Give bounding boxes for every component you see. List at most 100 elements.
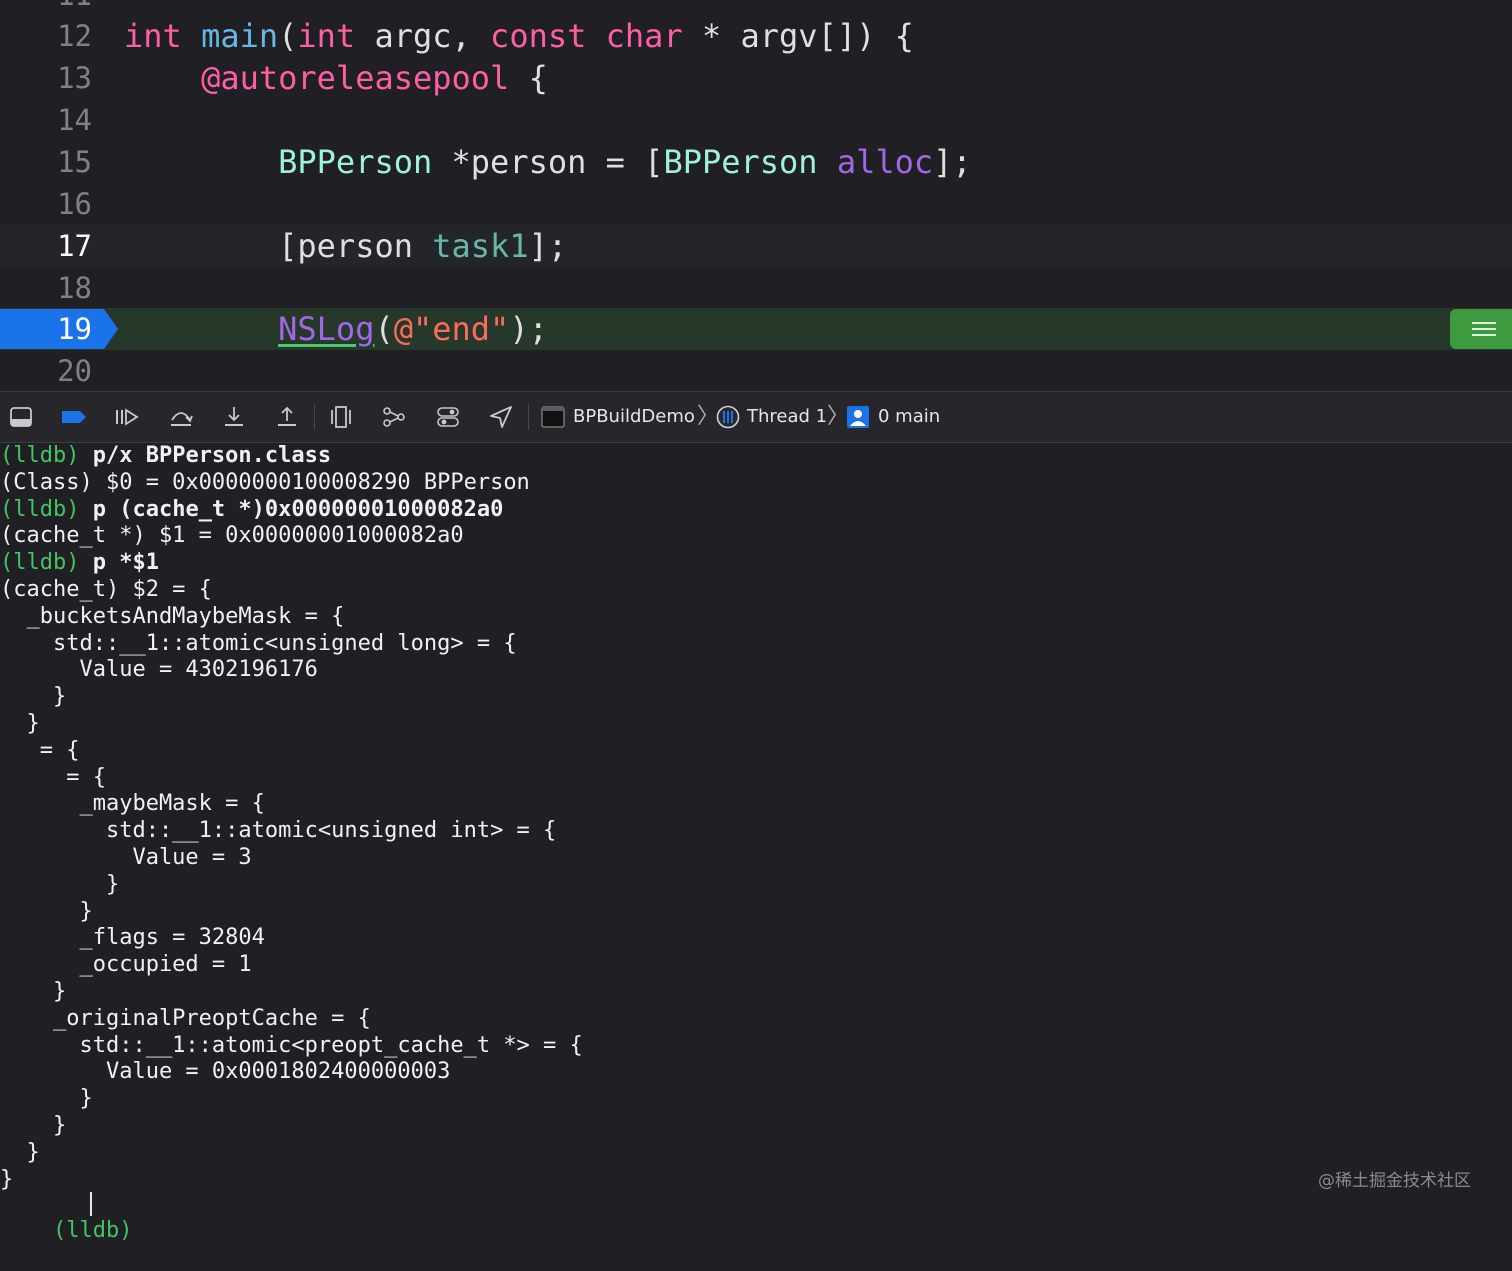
continue-icon[interactable]: [113, 404, 139, 430]
console-output-line: }: [0, 683, 66, 710]
console-output-line: _flags = 32804: [0, 924, 264, 951]
console-output-line: std::__1::atomic<unsigned long> = {: [0, 630, 517, 657]
console-output-line: }: [0, 1112, 66, 1139]
console-text: _maybeMask = {: [0, 791, 265, 817]
hide-debug-area-icon[interactable]: [8, 404, 34, 430]
lldb-console[interactable]: (lldb) p/x BPPerson.class (Class) $0 = 0x…: [0, 442, 1512, 1243]
breadcrumb-thread[interactable]: Thread 1: [747, 392, 827, 442]
console-text: _bucketsAndMaybeMask = {: [0, 603, 345, 629]
console-text: }: [0, 1139, 40, 1165]
app-target-icon: [541, 406, 565, 428]
line-number[interactable]: 14: [0, 99, 92, 141]
menu-line-icon: [1472, 334, 1496, 336]
editor-line-20[interactable]: 20: [0, 350, 1512, 391]
lldb-prompt: (lldb): [52, 1218, 133, 1243]
line-number[interactable]: 20: [0, 350, 92, 391]
console-output-line: }: [0, 898, 93, 925]
console-output-line: }: [0, 710, 39, 737]
console-text: }: [0, 1113, 67, 1138]
breakpoints-toggle-icon[interactable]: [60, 404, 88, 430]
instruction-pointer-arrow[interactable]: 19: [0, 309, 118, 349]
menu-line-icon: [1472, 328, 1496, 330]
code-text[interactable]: NSLog(@"end");: [124, 308, 548, 350]
console-output-line: Value = 0x0001802400000003: [0, 1058, 450, 1085]
console-text: }: [0, 898, 93, 924]
source-editor[interactable]: 11 12 int main(int argc, const char * ar…: [0, 0, 1512, 391]
console-text: _originalPreoptCache = {: [0, 1005, 371, 1031]
console-text: p *$1: [79, 550, 159, 576]
line-number: 19: [57, 312, 92, 346]
line-number[interactable]: 15: [0, 141, 92, 183]
separator: [528, 404, 529, 430]
editor-line-14[interactable]: 14: [0, 99, 1512, 141]
editor-line-16[interactable]: 16: [0, 183, 1512, 225]
separator: [314, 404, 315, 430]
console-text: Value = 3: [0, 845, 252, 870]
console-text: std::__1::atomic<preopt_cache_t *> = {: [0, 1032, 583, 1058]
editor-line-11: 11: [0, 0, 1512, 16]
console-text: }: [0, 871, 120, 897]
breadcrumb-target[interactable]: BPBuildDemo: [573, 392, 695, 442]
code-text[interactable]: [person task1];: [124, 225, 567, 267]
line-number[interactable]: 16: [0, 183, 92, 225]
console-text: (Class) $0 = 0x0000000100008290 BPPerson: [0, 469, 530, 495]
simulate-location-icon[interactable]: [488, 404, 514, 430]
console-text: }: [0, 979, 67, 1004]
console-text: }: [0, 1166, 14, 1192]
console-output-line: Value = 3: [0, 844, 252, 871]
console-output-line: }: [0, 1139, 40, 1166]
editor-line-12[interactable]: 12 int main(int argc, const char * argv[…: [0, 15, 1512, 57]
editor-line-18[interactable]: 18: [0, 267, 1512, 309]
console-text: }: [0, 1086, 93, 1112]
editor-line-19-instruction-pointer[interactable]: NSLog(@"end");: [0, 308, 1512, 350]
line-number[interactable]: 12: [0, 15, 92, 57]
console-text: std::__1::atomic<unsigned long> = {: [0, 630, 517, 656]
breadcrumb-frame[interactable]: 0 main: [878, 392, 940, 442]
console-output-line: std::__1::atomic<preopt_cache_t *> = {: [0, 1032, 583, 1059]
line-number[interactable]: 18: [0, 267, 92, 309]
thread-icon: [716, 405, 740, 429]
console-output-line: (cache_t *) $1 = 0x00000001000082a0: [0, 522, 464, 549]
lldb-prompt: (lldb): [0, 443, 80, 468]
console-output-line: = {: [0, 764, 106, 791]
code-text[interactable]: int main(int argc, const char * argv[]) …: [124, 15, 914, 57]
code-text[interactable]: BPPerson *person = [BPPerson alloc];: [124, 141, 972, 183]
console-output-line: _maybeMask = {: [0, 790, 265, 817]
console-text: _occupied = 1: [0, 952, 252, 978]
line-number[interactable]: 17: [0, 225, 92, 267]
console-output-line: }: [0, 871, 119, 898]
text-cursor: [90, 1192, 92, 1216]
console-text: }: [0, 684, 67, 710]
environment-overrides-icon[interactable]: [435, 404, 461, 430]
editor-line-15[interactable]: 15 BPPerson *person = [BPPerson alloc];: [0, 141, 1512, 183]
console-text: = {: [0, 764, 106, 790]
console-text: std::__1::atomic<unsigned int> = {: [0, 818, 557, 844]
editor-line-17-current[interactable]: 17 [person task1];: [0, 225, 1512, 267]
code-text[interactable]: @autoreleasepool {: [124, 57, 548, 99]
console-text: Value = 4302196176: [0, 657, 318, 683]
step-over-icon[interactable]: [168, 404, 194, 430]
view-hierarchy-icon[interactable]: [328, 404, 354, 430]
console-output-line: }: [0, 978, 66, 1005]
console-output-line: _originalPreoptCache = {: [0, 1005, 371, 1032]
console-command-line: (lldb) p (cache_t *)0x00000001000082a0: [0, 496, 503, 523]
watermark: @稀土掘金技术社区: [1318, 1171, 1471, 1191]
console-text: = {: [0, 737, 80, 763]
memory-graph-icon[interactable]: [381, 404, 407, 430]
console-output-line: (cache_t) $2 = {: [0, 576, 212, 603]
console-output-line: = {: [0, 737, 80, 764]
console-output-line: (Class) $0 = 0x0000000100008290 BPPerson: [0, 469, 530, 496]
lldb-prompt: (lldb): [0, 550, 80, 576]
user-frame-icon: [847, 406, 869, 428]
lldb-prompt: (lldb): [0, 496, 80, 522]
console-output-line: _occupied = 1: [0, 951, 252, 978]
step-into-icon[interactable]: [221, 404, 247, 430]
console-output-line: }: [0, 1085, 93, 1112]
step-out-icon[interactable]: [274, 404, 300, 430]
console-input-line[interactable]: (lldb): [0, 1190, 132, 1271]
editor-line-13[interactable]: 13 @autoreleasepool {: [0, 57, 1512, 99]
console-text: p (cache_t *)0x00000001000082a0: [79, 496, 504, 522]
line-number[interactable]: 13: [0, 57, 92, 99]
console-output-line: _bucketsAndMaybeMask = {: [0, 603, 344, 630]
thread-indicator-badge[interactable]: [1450, 309, 1512, 349]
